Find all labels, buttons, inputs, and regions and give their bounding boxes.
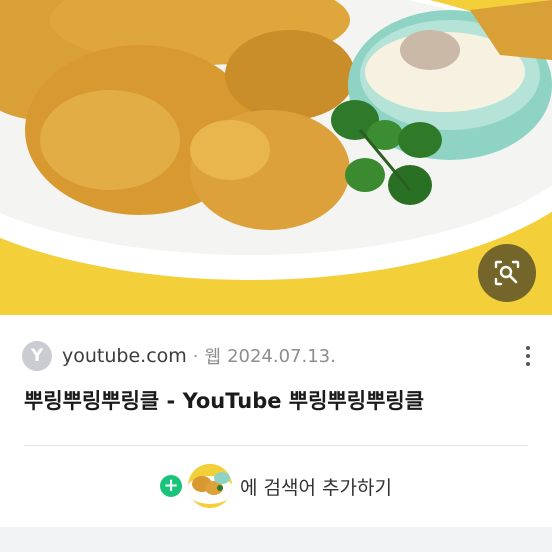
result-image[interactable] xyxy=(0,0,552,315)
add-search-keyword-button[interactable]: + 에 검색어 추가하기 xyxy=(0,463,552,509)
result-type: 웹 xyxy=(204,347,222,368)
divider xyxy=(24,445,528,446)
source-domain[interactable]: youtube.com xyxy=(62,345,187,367)
plus-circle-icon: + xyxy=(160,475,183,497)
more-vertical-icon xyxy=(526,346,530,350)
section-separator xyxy=(0,527,552,552)
result-title-link[interactable]: 뿌링뿌링뿌링클 - YouTube 뿌링뿌링뿌링클 xyxy=(24,385,424,415)
search-result-card: Y youtube.com · 웹 2024.07.13. 뿌링뿌링뿌링클 - … xyxy=(0,315,552,552)
add-keyword-label: 에 검색어 추가하기 xyxy=(240,476,392,499)
source-separator: · xyxy=(192,345,199,367)
fried-chicken-photo xyxy=(0,0,552,315)
image-search-button[interactable] xyxy=(478,244,536,302)
result-date: 2024.07.13. xyxy=(227,345,336,367)
source-row[interactable]: Y youtube.com · 웹 2024.07.13. xyxy=(22,341,336,371)
more-options-button[interactable] xyxy=(518,342,538,370)
site-favicon: Y xyxy=(22,341,52,371)
image-search-icon xyxy=(494,260,520,286)
image-thumbnail xyxy=(188,464,233,508)
